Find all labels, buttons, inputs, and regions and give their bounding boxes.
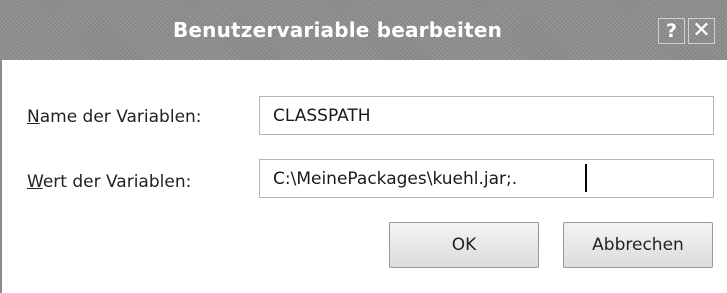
close-button[interactable]: ✕ — [688, 18, 715, 44]
dialog-title: Benutzervariable bearbeiten — [172, 18, 503, 42]
question-mark-icon: ? — [665, 20, 678, 42]
variable-value-label: Wert der Variablen: — [27, 172, 191, 192]
cancel-button[interactable]: Abbrechen — [563, 222, 713, 268]
window-border — [0, 60, 2, 293]
ok-button[interactable]: OK — [389, 222, 539, 268]
edit-user-variable-dialog: Benutzervariable bearbeiten ? ✕ Name der… — [0, 0, 727, 293]
variable-name-input[interactable] — [259, 96, 714, 135]
variable-name-label-mnemonic: N — [27, 107, 40, 127]
text-caret — [585, 164, 587, 192]
variable-value-label-mnemonic: W — [27, 172, 43, 192]
variable-value-label-text: ert der Variablen: — [42, 172, 192, 192]
close-icon: ✕ — [692, 18, 711, 43]
variable-value-input[interactable] — [259, 159, 714, 198]
help-button[interactable]: ? — [658, 18, 685, 44]
title-bar[interactable]: Benutzervariable bearbeiten ? ✕ — [0, 0, 727, 60]
variable-name-label: Name der Variablen: — [27, 107, 202, 127]
variable-name-label-text: ame der Variablen: — [39, 107, 202, 127]
